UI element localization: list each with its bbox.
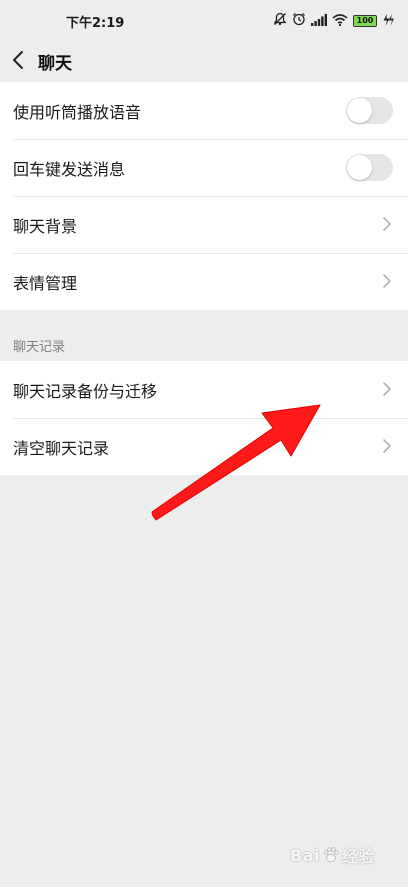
back-button[interactable]: [8, 46, 28, 74]
charging-icon: [382, 11, 394, 30]
status-time: 下午2:19: [66, 16, 125, 31]
chevron-right-icon: [383, 274, 391, 288]
chevron-right-icon: [383, 439, 391, 453]
setting-sticker-management[interactable]: 表情管理: [0, 253, 408, 310]
status-icons: 100: [273, 11, 394, 30]
battery-level: 100: [356, 15, 374, 25]
status-bar: 下午2:19 100: [0, 0, 408, 40]
chat-history-group: 聊天记录备份与迁移 清空聊天记录: [0, 361, 408, 475]
page-title: 聊天: [38, 54, 72, 74]
setting-label: 表情管理: [13, 273, 78, 293]
paw-icon: [323, 847, 339, 863]
setting-chat-background[interactable]: 聊天背景: [0, 196, 408, 253]
battery-icon: 100: [353, 14, 377, 27]
setting-label: 聊天记录备份与迁移: [13, 381, 158, 401]
chevron-right-icon: [383, 382, 391, 396]
signal-icon: [311, 11, 327, 30]
setting-enter-send[interactable]: 回车键发送消息: [0, 139, 408, 196]
enter-send-toggle[interactable]: [346, 154, 393, 181]
alarm-icon: [292, 11, 306, 30]
setting-backup-migrate[interactable]: 聊天记录备份与迁移: [0, 361, 408, 418]
watermark-text: Bai: [290, 845, 320, 865]
setting-earpiece-voice[interactable]: 使用听筒播放语音: [0, 82, 408, 139]
setting-label: 清空聊天记录: [13, 438, 110, 458]
setting-label: 使用听筒播放语音: [13, 102, 142, 122]
chevron-right-icon: [383, 217, 391, 231]
settings-group: 使用听筒播放语音 回车键发送消息 聊天背景 表情管理: [0, 82, 408, 310]
mute-icon: [273, 11, 287, 30]
toggle-knob: [347, 155, 372, 180]
setting-label: 聊天背景: [13, 216, 78, 236]
chevron-left-icon: [13, 51, 23, 69]
watermark-suffix: 经验: [341, 847, 375, 866]
section-title-chat-history: 聊天记录: [13, 340, 66, 355]
wifi-icon: [332, 11, 348, 30]
nav-bar: 聊天: [0, 40, 408, 80]
toggle-knob: [347, 98, 372, 123]
watermark-logo: Bai 经验: [290, 843, 375, 867]
setting-clear-history[interactable]: 清空聊天记录: [0, 418, 408, 475]
earpiece-toggle[interactable]: [346, 97, 393, 124]
setting-label: 回车键发送消息: [13, 159, 126, 179]
